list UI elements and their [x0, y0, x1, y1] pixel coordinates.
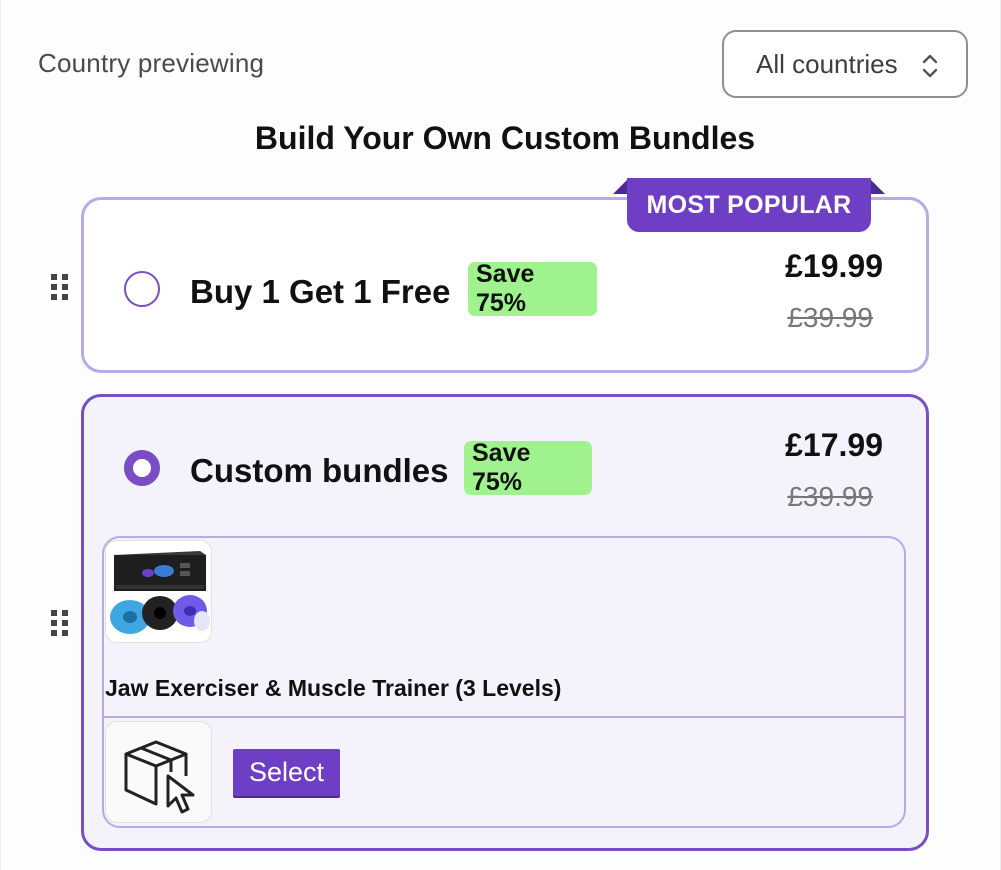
badge-ribbon-fold — [869, 178, 885, 194]
product-thumbnail — [105, 540, 212, 643]
option-radio-selected[interactable] — [124, 450, 160, 486]
country-previewing-label: Country previewing — [38, 48, 265, 78]
box-cursor-icon — [124, 740, 195, 814]
option-radio[interactable] — [124, 271, 160, 307]
option-original-price: £39.99 — [787, 302, 873, 333]
empty-slot-thumbnail — [105, 721, 212, 823]
option-title: Buy 1 Get 1 Free — [190, 273, 451, 310]
drag-handle-icon[interactable] — [49, 608, 71, 638]
jaw-exerciser-image — [106, 541, 211, 642]
page-title: Build Your Own Custom Bundles — [254, 120, 756, 156]
option-title: Custom bundles — [190, 452, 449, 489]
divider — [102, 716, 906, 718]
drag-handle-icon[interactable] — [49, 272, 71, 302]
save-badge: Save 75% — [464, 439, 592, 496]
option-price: £17.99 — [785, 427, 883, 463]
country-select-value: All countries — [756, 48, 898, 79]
badge-label: MOST POPULAR — [627, 178, 871, 232]
option-price: £19.99 — [785, 248, 883, 284]
country-select[interactable]: All countries — [722, 30, 968, 98]
save-badge: Save 75% — [468, 260, 597, 317]
most-popular-badge: MOST POPULAR — [613, 178, 885, 232]
bundle-preview-panel: Country previewing All countries Build Y… — [0, 0, 1001, 870]
option-original-price: £39.99 — [787, 481, 873, 512]
product-name: Jaw Exerciser & Muscle Trainer (3 Levels… — [105, 675, 562, 701]
chevron-up-down-icon — [922, 54, 938, 78]
select-product-button[interactable]: Select — [233, 749, 340, 796]
